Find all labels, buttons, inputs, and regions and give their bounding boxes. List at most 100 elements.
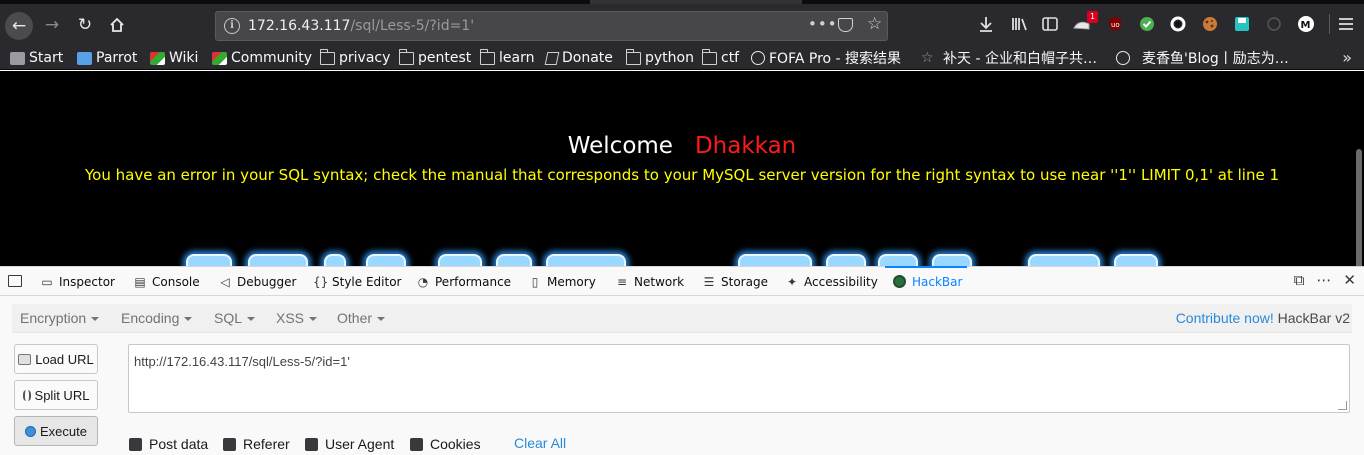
caret-down-icon xyxy=(377,317,386,322)
cookies-checkbox[interactable]: Cookies xyxy=(410,435,481,453)
bookmark-parrot[interactable]: Parrot xyxy=(77,49,137,67)
hackbar-logo-icon xyxy=(893,275,906,288)
home-button[interactable] xyxy=(104,12,130,38)
tab-style-editor[interactable]: {} Style Editor xyxy=(313,267,401,296)
page-actions-icon[interactable]: ••• xyxy=(808,15,838,33)
pocket-icon[interactable] xyxy=(838,18,853,32)
hamburger-menu-icon[interactable] xyxy=(1336,14,1356,34)
parrot-start-icon xyxy=(10,51,25,65)
menu-encryption[interactable]: Encryption xyxy=(20,310,100,326)
forward-arrow-icon: → xyxy=(44,15,60,35)
hackbar-url-input[interactable] xyxy=(128,344,1350,413)
accessibility-icon: ✦ xyxy=(786,274,798,289)
url-text[interactable]: 172.16.43.117/sql/Less-5/?id=1' xyxy=(248,18,474,34)
library-icon[interactable] xyxy=(1010,14,1030,34)
ublock-icon[interactable]: uo xyxy=(1105,14,1125,34)
button-label: Execute xyxy=(40,423,87,439)
bookmark-folder-pentest[interactable]: pentest xyxy=(398,48,471,67)
reload-icon: ↻ xyxy=(77,15,93,35)
caret-down-icon xyxy=(91,317,100,322)
tab-memory[interactable]: ▯ Memory xyxy=(528,267,596,296)
post-data-checkbox[interactable]: Post data xyxy=(129,435,208,453)
tab-network[interactable]: ≡ Network xyxy=(615,267,684,296)
cookie-manager-icon[interactable] xyxy=(1200,14,1220,34)
clear-all-link[interactable]: Clear All xyxy=(514,435,566,451)
url-bar[interactable]: i 172.16.43.117/sql/Less-5/?id=1' ••• ☆ xyxy=(215,11,888,41)
wappalyzer-icon[interactable]: M xyxy=(1296,14,1316,34)
checkbox-label: Referer xyxy=(243,436,290,452)
save-extension-icon[interactable] xyxy=(1232,14,1252,34)
element-picker-icon[interactable] xyxy=(8,275,22,287)
tab-inspector[interactable]: ▭ Inspector xyxy=(40,267,115,296)
bookmark-donate[interactable]: Donate xyxy=(544,49,613,67)
tab-console[interactable]: ▤ Console xyxy=(133,267,199,296)
menu-encoding[interactable]: Encoding xyxy=(121,310,193,326)
user-agent-checkbox[interactable]: User Agent xyxy=(305,435,394,453)
tab-label: Inspector xyxy=(59,274,115,289)
debugger-icon: ◁ xyxy=(220,274,230,289)
tab-performance[interactable]: ◔ Performance xyxy=(416,267,511,296)
page-scrollbar[interactable] xyxy=(1356,149,1362,266)
info-icon[interactable]: i xyxy=(224,18,240,34)
checkbox-label: User Agent xyxy=(325,436,395,452)
bookmark-star-icon[interactable]: ☆ xyxy=(867,14,882,34)
split-url-button[interactable]: Split URL xyxy=(14,380,98,410)
downloads-icon[interactable] xyxy=(976,14,996,34)
tab-accessibility[interactable]: ✦ Accessibility xyxy=(785,267,878,296)
tab-debugger[interactable]: ◁ Debugger xyxy=(218,267,296,296)
devtools-panel: ▭ Inspector ▤ Console ◁ Debugger {} Style Ed… xyxy=(0,266,1364,455)
fofa-icon xyxy=(751,51,765,65)
contribute-link[interactable]: Contribute now! xyxy=(1176,310,1274,326)
menu-sql[interactable]: SQL xyxy=(214,310,256,326)
caret-down-icon xyxy=(309,317,318,322)
bookmark-folder-privacy[interactable]: privacy xyxy=(319,48,391,67)
bookmark-community[interactable]: Community xyxy=(212,49,312,67)
bookmark-folder-ctf[interactable]: ctf xyxy=(701,48,740,67)
console-icon: ▤ xyxy=(134,274,146,289)
tab-hackbar[interactable]: HackBar xyxy=(884,266,968,296)
reload-button[interactable]: ↻ xyxy=(72,12,98,38)
load-url-button[interactable]: Load URL xyxy=(14,344,98,374)
menu-other[interactable]: Other xyxy=(337,310,386,326)
menu-label: Encoding xyxy=(121,310,180,326)
tab-label: Performance xyxy=(435,274,512,289)
textarea-resize-grip-icon[interactable] xyxy=(1338,401,1347,410)
bookmark-wiki[interactable]: Wiki xyxy=(150,49,198,67)
bookmark-label: privacy xyxy=(339,50,391,66)
bookmark-label: 麦香鱼'Blog丨励志为… xyxy=(1142,51,1289,67)
bookmark-folder-learn[interactable]: learn xyxy=(479,48,534,67)
execute-button[interactable]: Execute xyxy=(14,416,98,446)
split-url-icon xyxy=(22,389,31,401)
bookmark-fofa[interactable]: FOFA Pro - 搜索结果 xyxy=(751,49,901,67)
active-tab-edge[interactable] xyxy=(590,0,802,4)
storage-icon: ☰ xyxy=(703,274,715,289)
dim-extension-icon[interactable] xyxy=(1264,14,1284,34)
menu-xss[interactable]: XSS xyxy=(276,310,318,326)
close-devtools-icon[interactable]: ✕ xyxy=(1343,271,1356,289)
welcome-username: Dhakkan xyxy=(694,133,797,159)
referer-checkbox[interactable]: Referer xyxy=(223,435,290,453)
bookmark-butian[interactable]: ☆ 补天 - 企业和白帽子共… xyxy=(921,49,1097,68)
bookmarks-overflow-chevron-icon[interactable]: » xyxy=(1342,48,1352,67)
bookmark-label: ctf xyxy=(721,50,740,66)
sidebar-icon[interactable] xyxy=(1040,14,1060,34)
check-extension-icon[interactable] xyxy=(1137,14,1157,34)
dock-toggle-icon[interactable]: ⧉ xyxy=(1294,271,1305,289)
ring-extension-icon[interactable] xyxy=(1168,14,1188,34)
forward-button[interactable]: → xyxy=(39,12,65,38)
bookmark-blog[interactable]: 麦香鱼'Blog丨励志为… xyxy=(1116,49,1289,67)
back-button[interactable]: ← xyxy=(5,12,33,40)
bookmark-start[interactable]: Start xyxy=(10,49,63,67)
bookmark-folder-python[interactable]: python xyxy=(625,48,694,67)
checkbox-icon xyxy=(129,437,142,451)
tab-storage[interactable]: ☰ Storage xyxy=(702,267,768,296)
url-host: 172.16.43.117 xyxy=(248,18,351,34)
folder-icon xyxy=(701,48,717,65)
devtools-window-controls: ⧉ ⋯ ✕ xyxy=(1294,271,1356,289)
menu-label: XSS xyxy=(276,310,305,326)
devtools-tabbar: ▭ Inspector ▤ Console ◁ Debugger {} Style Ed… xyxy=(0,266,1364,296)
performance-icon: ◔ xyxy=(417,274,429,289)
load-url-icon xyxy=(18,353,32,365)
devtools-menu-icon[interactable]: ⋯ xyxy=(1316,271,1331,289)
bookmarks-toolbar: Start Parrot Wiki Community privacy pent… xyxy=(0,46,1364,70)
